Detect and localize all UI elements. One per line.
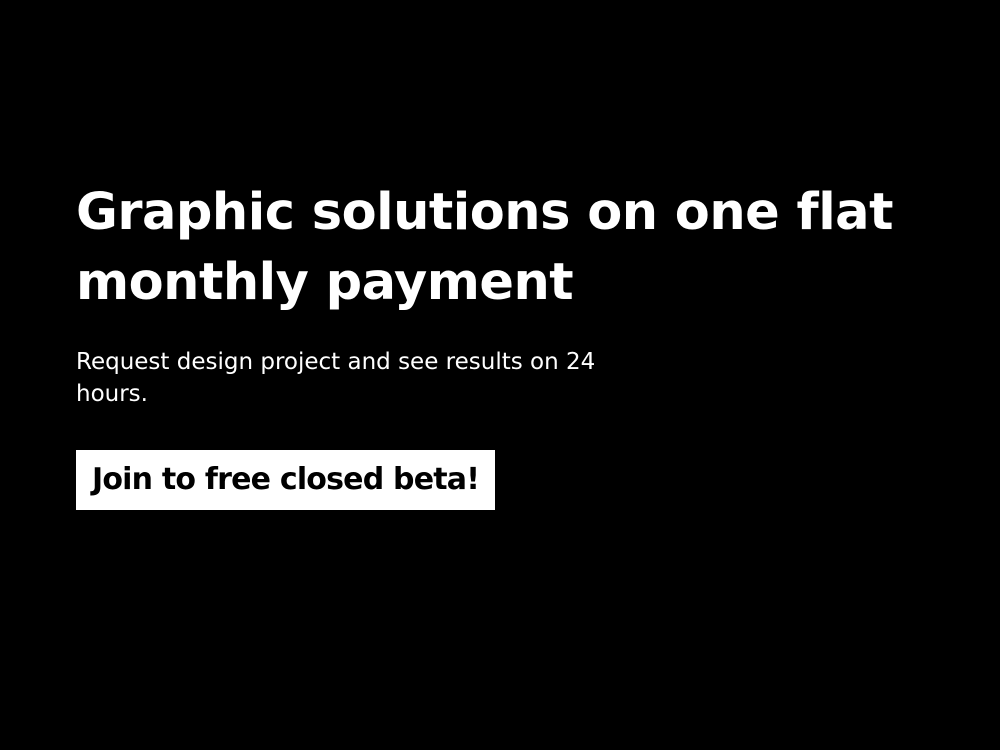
hero-section: Graphic solutions on one flat monthly pa…: [76, 178, 956, 510]
hero-subtitle-line-2: hours.: [76, 381, 148, 407]
hero-headline-line-2: monthly payment: [76, 253, 574, 312]
join-beta-button[interactable]: Join to free closed beta!: [76, 450, 496, 510]
hero-headline-line-1: Graphic solutions on one flat: [76, 183, 893, 242]
hero-subtitle: Request design project and see results o…: [76, 346, 756, 410]
hero-headline: Graphic solutions on one flat monthly pa…: [76, 178, 956, 318]
hero-subtitle-line-1: Request design project and see results o…: [76, 349, 596, 375]
landing-page: Graphic solutions on one flat monthly pa…: [0, 0, 1000, 750]
